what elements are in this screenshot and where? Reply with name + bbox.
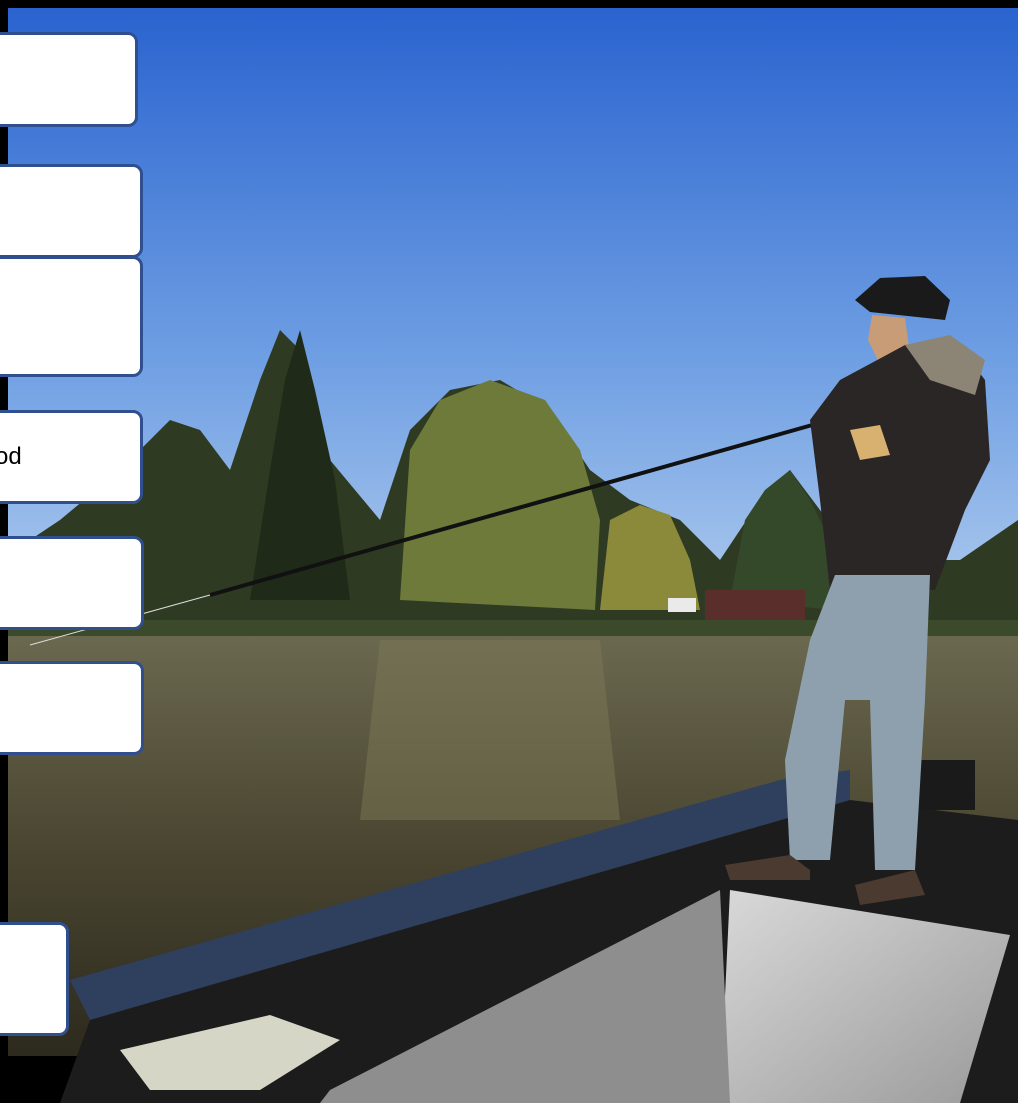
label-box-7: [0, 922, 69, 1036]
label-box-2: [0, 164, 143, 258]
fish-finder: [915, 760, 975, 810]
photo-frame: od: [0, 0, 1018, 1103]
label-box-3: [0, 256, 143, 377]
label-box-4: od: [0, 410, 143, 504]
label-box-1: [0, 32, 138, 127]
label-text-4: od: [0, 443, 22, 470]
water-reflection: [360, 640, 620, 820]
boathouse: [705, 590, 805, 622]
fishing-boat-photo: [0, 0, 1018, 1103]
label-box-5: [0, 536, 144, 630]
white-house: [668, 598, 696, 612]
top-border: [0, 0, 1018, 8]
label-box-6: [0, 661, 144, 755]
